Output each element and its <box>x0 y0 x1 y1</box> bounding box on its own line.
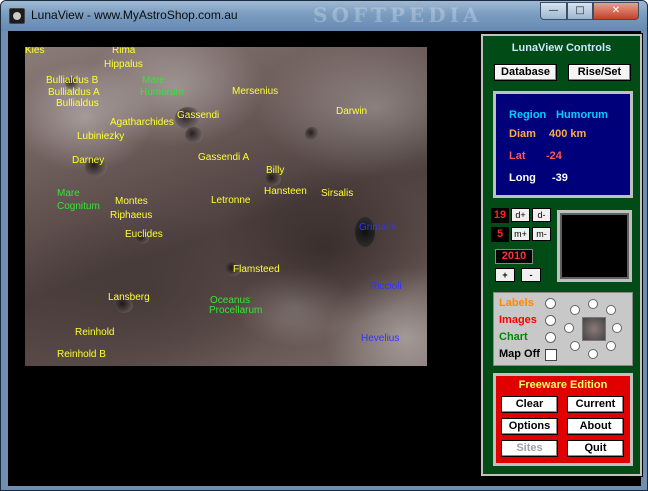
map-label[interactable]: Hevelius <box>361 333 399 345</box>
navigation-pad <box>562 297 624 361</box>
map-label[interactable]: Kies <box>25 47 44 57</box>
map-label[interactable]: Riphaeus <box>110 210 152 222</box>
database-button[interactable]: Database <box>494 64 557 81</box>
lat-label: Lat <box>509 150 526 162</box>
year-value: 2010 <box>495 249 533 264</box>
chart-option-label: Chart <box>499 331 528 343</box>
map-label[interactable]: Rima <box>112 47 135 57</box>
year-plus-button[interactable]: + <box>495 268 515 282</box>
crater <box>305 127 319 141</box>
day-value: 19 <box>491 208 509 223</box>
long-value: -39 <box>552 172 568 184</box>
nav-west-radio[interactable] <box>564 323 574 333</box>
close-button[interactable]: ✕ <box>593 2 639 20</box>
map-label[interactable]: Lubiniezky <box>77 131 124 143</box>
map-label[interactable]: Hansteen <box>264 186 307 198</box>
nav-north-radio[interactable] <box>588 299 598 309</box>
year-minus-button[interactable]: - <box>521 268 541 282</box>
crater <box>185 127 203 143</box>
controls-title: LunaView Controls <box>511 42 612 54</box>
map-label[interactable]: Gassendi A <box>198 152 249 164</box>
month-value: 5 <box>491 227 509 242</box>
map-label[interactable]: Humorum <box>140 87 184 99</box>
nav-south-radio[interactable] <box>588 349 598 359</box>
options-box: Labels Images Chart Map Off <box>493 292 633 366</box>
riseset-button[interactable]: Rise/Set <box>568 64 631 81</box>
map-label[interactable]: Hippalus <box>104 59 143 71</box>
nav-northwest-radio[interactable] <box>570 305 580 315</box>
freeware-title: Freeware Edition <box>518 379 608 391</box>
map-label[interactable]: Mare <box>142 75 165 87</box>
preview-image <box>560 213 629 279</box>
map-label[interactable]: Sirsalis <box>321 188 353 200</box>
diam-label: Diam <box>509 128 536 140</box>
month-plus-button[interactable]: m+ <box>511 227 530 241</box>
map-label[interactable]: Euclides <box>125 229 163 241</box>
map-label[interactable]: Darwin <box>336 106 367 118</box>
freeware-box: Freeware Edition Clear Current Options A… <box>493 373 633 466</box>
month-minus-button[interactable]: m- <box>532 227 551 241</box>
map-label[interactable]: Darney <box>72 155 104 167</box>
maximize-button[interactable]: □ <box>567 2 593 20</box>
about-button[interactable]: About <box>567 418 624 435</box>
nav-southeast-radio[interactable] <box>606 341 616 351</box>
map-label[interactable]: Lansberg <box>108 292 150 304</box>
map-label[interactable]: Gassendi <box>177 110 219 122</box>
nav-southwest-radio[interactable] <box>570 341 580 351</box>
map-label[interactable]: Cognitum <box>57 201 100 213</box>
long-label: Long <box>509 172 536 184</box>
title-bar[interactable]: LunaView - www.MyAstroShop.com.au SOFTPE… <box>1 1 647 31</box>
map-label[interactable]: Billy <box>266 165 284 177</box>
lat-value: -24 <box>546 150 562 162</box>
mapoff-checkbox[interactable] <box>545 349 557 361</box>
day-plus-button[interactable]: d+ <box>511 208 530 222</box>
app-window: LunaView - www.MyAstroShop.com.au SOFTPE… <box>0 0 648 491</box>
map-label[interactable]: Reinhold B <box>57 349 106 361</box>
region-name: Humorum <box>556 109 608 121</box>
map-label[interactable]: Mare <box>57 188 80 200</box>
map-label[interactable]: Reinhold <box>75 327 114 339</box>
map-label[interactable]: Montes <box>115 196 148 208</box>
map-label[interactable]: Bullialdus B <box>46 75 98 87</box>
minimize-button[interactable]: — <box>540 2 567 20</box>
diam-value: 400 km <box>549 128 587 140</box>
clear-button[interactable]: Clear <box>501 396 558 413</box>
nav-northeast-radio[interactable] <box>606 305 616 315</box>
region-info-box: Region Humorum Diam 400 km Lat -24 Long … <box>493 91 633 198</box>
region-label: Region <box>509 109 547 121</box>
mapoff-option-label: Map Off <box>499 348 540 360</box>
sites-button[interactable]: Sites <box>501 440 558 457</box>
day-minus-button[interactable]: d- <box>532 208 551 222</box>
map-label[interactable]: Letronne <box>211 195 250 207</box>
watermark: SOFTPEDIA <box>313 3 483 27</box>
map-label[interactable]: Mersenius <box>232 86 278 98</box>
map-label[interactable]: Procellarum <box>209 305 262 317</box>
map-label[interactable]: Grimaldi <box>359 222 396 234</box>
window-title: LunaView - www.MyAstroShop.com.au <box>31 8 238 22</box>
current-button[interactable]: Current <box>567 396 624 413</box>
controls-panel: LunaView Controls Database Rise/Set Regi… <box>480 33 643 477</box>
moon-thumbnail-icon <box>582 317 606 341</box>
map-label[interactable]: Agatharchides <box>110 117 174 129</box>
map-label[interactable]: Bullialdus <box>56 98 99 110</box>
labels-option-label: Labels <box>499 297 534 309</box>
images-radio[interactable] <box>545 315 556 326</box>
images-option-label: Images <box>499 314 537 326</box>
map-label[interactable]: Flamsteed <box>233 264 280 276</box>
map-label[interactable]: Riccioli <box>370 281 402 293</box>
options-button[interactable]: Options <box>501 418 558 435</box>
labels-radio[interactable] <box>545 298 556 309</box>
app-moon-icon <box>9 8 25 24</box>
preview-frame <box>557 210 632 282</box>
nav-east-radio[interactable] <box>612 323 622 333</box>
chart-radio[interactable] <box>545 332 556 343</box>
quit-button[interactable]: Quit <box>567 440 624 457</box>
moon-map[interactable]: Kies Rima Hippalus Bullialdus B Bulliald… <box>25 47 427 366</box>
